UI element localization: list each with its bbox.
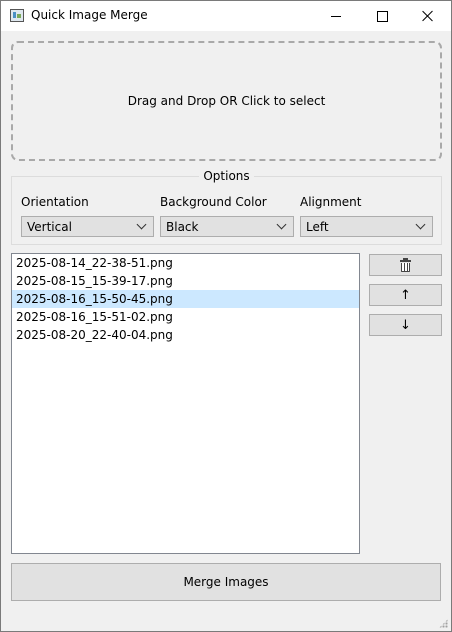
- minimize-button[interactable]: [313, 1, 359, 31]
- background-color-select[interactable]: Black: [160, 216, 294, 237]
- app-window: Quick Image Merge Drag and Drop OR Click…: [0, 0, 452, 632]
- minimize-icon: [331, 15, 341, 17]
- chevron-down-icon: [136, 219, 147, 230]
- window-title: Quick Image Merge: [31, 8, 148, 22]
- resize-grip-icon[interactable]: [439, 619, 448, 628]
- maximize-icon: [376, 10, 388, 22]
- close-icon: [422, 10, 434, 22]
- file-list-item[interactable]: 2025-08-20_22-40-04.png: [12, 326, 359, 344]
- merge-images-label: Merge Images: [183, 575, 269, 589]
- move-up-button[interactable]: ↑: [369, 284, 442, 306]
- arrow-down-icon: ↓: [400, 317, 411, 333]
- orientation-select[interactable]: Vertical: [21, 216, 154, 237]
- alignment-value: Left: [306, 219, 329, 234]
- orientation-value: Vertical: [27, 219, 72, 234]
- file-list-item[interactable]: 2025-08-16_15-51-02.png: [12, 308, 359, 326]
- chevron-down-icon: [415, 219, 426, 230]
- options-group: Options Orientation Vertical Background …: [11, 169, 442, 245]
- chevron-down-icon: [276, 219, 287, 230]
- orientation-label: Orientation: [21, 195, 89, 209]
- move-down-button[interactable]: ↓: [369, 314, 442, 336]
- close-button[interactable]: [405, 1, 451, 31]
- drop-zone-label: Drag and Drop OR Click to select: [127, 94, 326, 108]
- file-list-item[interactable]: 2025-08-14_22-38-51.png: [12, 254, 359, 272]
- file-list-item[interactable]: 2025-08-15_15-39-17.png: [12, 272, 359, 290]
- options-title: Options: [199, 169, 254, 183]
- background-color-value: Black: [166, 219, 199, 234]
- drop-zone[interactable]: Drag and Drop OR Click to select: [11, 41, 442, 161]
- app-image-icon: [10, 9, 24, 22]
- alignment-select[interactable]: Left: [300, 216, 433, 237]
- trash-icon: [400, 257, 411, 272]
- file-list-item-selected[interactable]: 2025-08-16_15-50-45.png: [12, 290, 359, 308]
- delete-button[interactable]: [369, 254, 442, 276]
- maximize-button[interactable]: [359, 1, 405, 31]
- arrow-up-icon: ↑: [400, 287, 411, 303]
- merge-images-button[interactable]: Merge Images: [11, 563, 441, 601]
- alignment-label: Alignment: [300, 195, 362, 209]
- background-color-label: Background Color: [160, 195, 267, 209]
- file-list[interactable]: 2025-08-14_22-38-51.png 2025-08-15_15-39…: [11, 253, 360, 554]
- title-bar[interactable]: Quick Image Merge: [1, 1, 451, 31]
